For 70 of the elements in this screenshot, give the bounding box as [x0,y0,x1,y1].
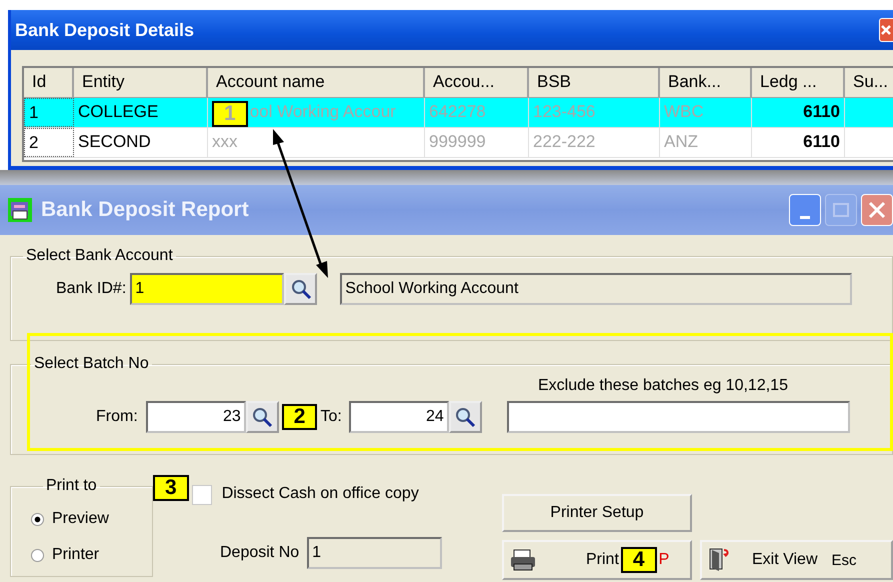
printer-setup-button[interactable]: Printer Setup [502,494,692,532]
door-exit-icon [708,547,730,573]
table-cell: 2 [24,128,74,157]
column-header[interactable]: Accou... [425,68,529,98]
table-cell: ANZ [660,128,752,157]
input-field[interactable]: 1 [130,273,284,305]
checkbox[interactable] [192,485,212,505]
column-header[interactable]: Account name [208,68,425,98]
callout-number: 2 [282,404,318,430]
column-header[interactable]: Bank... [660,68,752,98]
callout-number: 3 [153,475,189,501]
radio-option[interactable]: Printer [31,537,152,573]
shortcut-key: P [658,551,670,569]
column-header[interactable]: Ledg ... [752,68,845,98]
input-field[interactable]: 24 [348,401,449,433]
radio-option[interactable]: Preview [31,501,152,537]
close-icon [880,24,892,36]
table-cell: 999999 [425,128,529,157]
close-button[interactable] [861,194,893,226]
table-cell: 123-456 [529,98,660,127]
callout-number: 1 [212,101,248,127]
column-header[interactable]: Su... [845,68,893,98]
maximize-icon [833,203,849,217]
close-icon [868,201,886,219]
field-label: Bank ID#: [56,280,126,298]
field-label: To: [320,408,342,426]
field-label: From: [96,408,138,426]
search-button[interactable] [246,401,279,433]
table-cell: 6110 [752,128,845,157]
table-cell: 1 ool Working Accour [208,98,425,127]
search-icon [290,278,312,300]
search-button[interactable] [284,273,318,305]
close-button[interactable] [879,18,893,42]
checkbox-label: Dissect Cash on office copy [222,485,419,503]
input-field[interactable] [506,401,850,433]
shortcut-key: Esc [832,552,857,568]
search-button[interactable] [448,401,482,433]
minimize-button[interactable] [789,194,821,226]
table-cell: COLLEGE [74,98,208,127]
table-row[interactable]: 1 COLLEGE 1 ool Working Accour 642278 123-456 WBC 6110 [24,98,893,128]
group-label: Select Batch No [33,355,150,373]
text-field[interactable]: 1 [307,537,442,569]
column-header[interactable]: Entity [74,68,208,98]
table-cell: 222-222 [529,128,660,157]
window-title: Bank Deposit Report [41,198,250,222]
radio-button[interactable] [31,512,44,526]
text-field[interactable]: School Working Account [340,273,852,305]
table-cell: SECOND [74,128,208,157]
printer-icon [510,549,536,571]
print-button[interactable]: Print 4 P [502,540,692,580]
table-cell: 6110 [752,98,845,127]
table-cell: WBC [660,98,752,127]
window-title: Bank Deposit Details [14,20,194,40]
field-label: Exclude these batches eg 10,12,15 [538,377,788,394]
table-cell: 642278 [425,98,529,127]
column-header[interactable]: BSB [529,68,660,98]
table-row[interactable]: 2 SECOND xxx 999999 222-222 ANZ 6110 [24,128,893,158]
table-cell: 1 [24,98,74,127]
app-icon [8,198,32,222]
group-label: Print to [45,477,98,495]
radio-button[interactable] [31,548,44,562]
minimize-icon [800,216,810,218]
search-icon [454,406,476,428]
search-icon [251,406,274,428]
field-label: Deposit No [220,544,300,562]
column-header[interactable]: Id [24,68,74,98]
group-label: Select Bank Account [25,247,174,265]
exit-view-button[interactable]: Exit View Esc [700,540,893,580]
callout-number: 4 [620,547,657,573]
input-field[interactable]: 23 [146,401,246,433]
